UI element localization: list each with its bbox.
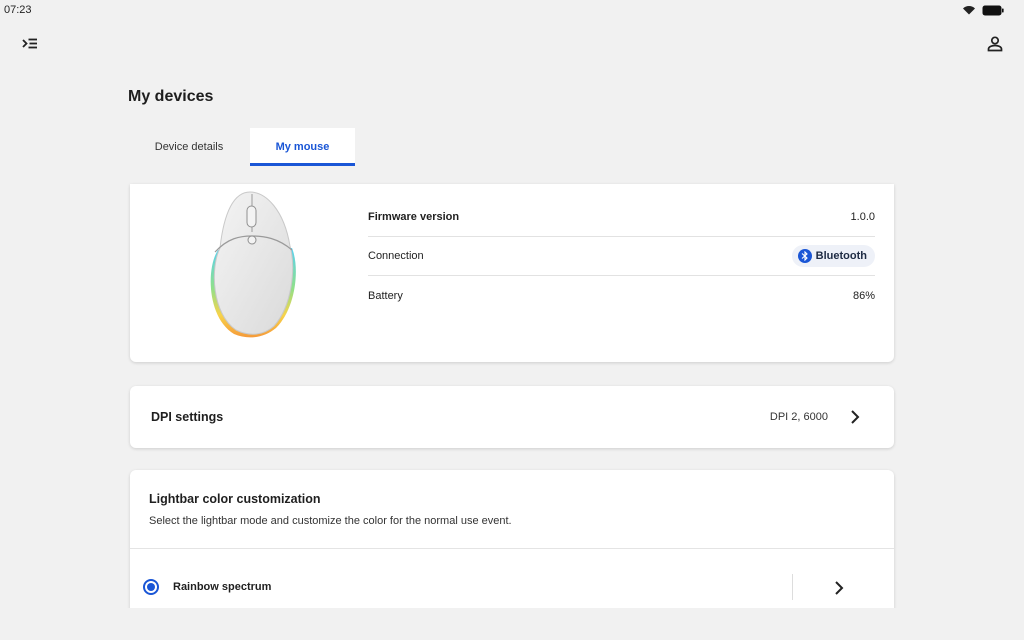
status-bar: 07:23: [0, 0, 1024, 20]
bluetooth-chip: Bluetooth: [791, 245, 875, 267]
connection-value: Bluetooth: [815, 250, 867, 262]
lightbar-description: Select the lightbar mode and customize t…: [149, 515, 512, 527]
status-icons: [962, 5, 1004, 16]
tab-bar: Device details My mouse: [128, 128, 355, 166]
device-info-list: Firmware version 1.0.0 Connection Blueto…: [368, 198, 875, 315]
radio-selected-dot: [147, 583, 155, 591]
row-separator: [792, 574, 793, 600]
device-info-card: Firmware version 1.0.0 Connection Blueto…: [130, 184, 894, 362]
chevron-right-icon[interactable]: [832, 579, 846, 597]
status-time: 07:23: [4, 4, 32, 16]
connection-row: Connection Bluetooth: [368, 237, 875, 276]
rainbow-label: Rainbow spectrum: [173, 581, 272, 593]
bottom-nav-area: [0, 608, 1024, 640]
firmware-label: Firmware version: [368, 211, 460, 223]
dpi-title: DPI settings: [151, 410, 224, 424]
dpi-value: DPI 2, 6000: [769, 411, 828, 423]
battery-row: Battery 86%: [368, 276, 875, 315]
bluetooth-icon: [797, 249, 812, 263]
wifi-icon: [963, 6, 975, 15]
tab-my-mouse[interactable]: My mouse: [250, 128, 355, 166]
firmware-row: Firmware version 1.0.0: [368, 198, 875, 237]
dpi-settings-card[interactable]: DPI settings DPI 2, 6000: [130, 386, 894, 448]
firmware-value: 1.0.0: [850, 211, 875, 223]
rainbow-option-row[interactable]: Rainbow spectrum: [130, 570, 894, 606]
page-title: My devices: [128, 88, 214, 105]
divider: [130, 548, 894, 549]
person-icon[interactable]: [985, 34, 1005, 54]
battery-icon: [982, 5, 1004, 15]
tab-device-details[interactable]: Device details: [128, 128, 250, 166]
lightbar-title: Lightbar color customization: [149, 492, 321, 506]
connection-label: Connection: [368, 250, 424, 262]
chevron-right-icon[interactable]: [848, 408, 862, 426]
rainbow-radio[interactable]: [143, 579, 159, 595]
battery-value: 86%: [852, 289, 875, 302]
menu-collapse-icon[interactable]: [20, 34, 40, 54]
top-bar: [0, 28, 1024, 60]
battery-label: Battery: [368, 289, 403, 302]
mouse-image: [210, 191, 296, 338]
